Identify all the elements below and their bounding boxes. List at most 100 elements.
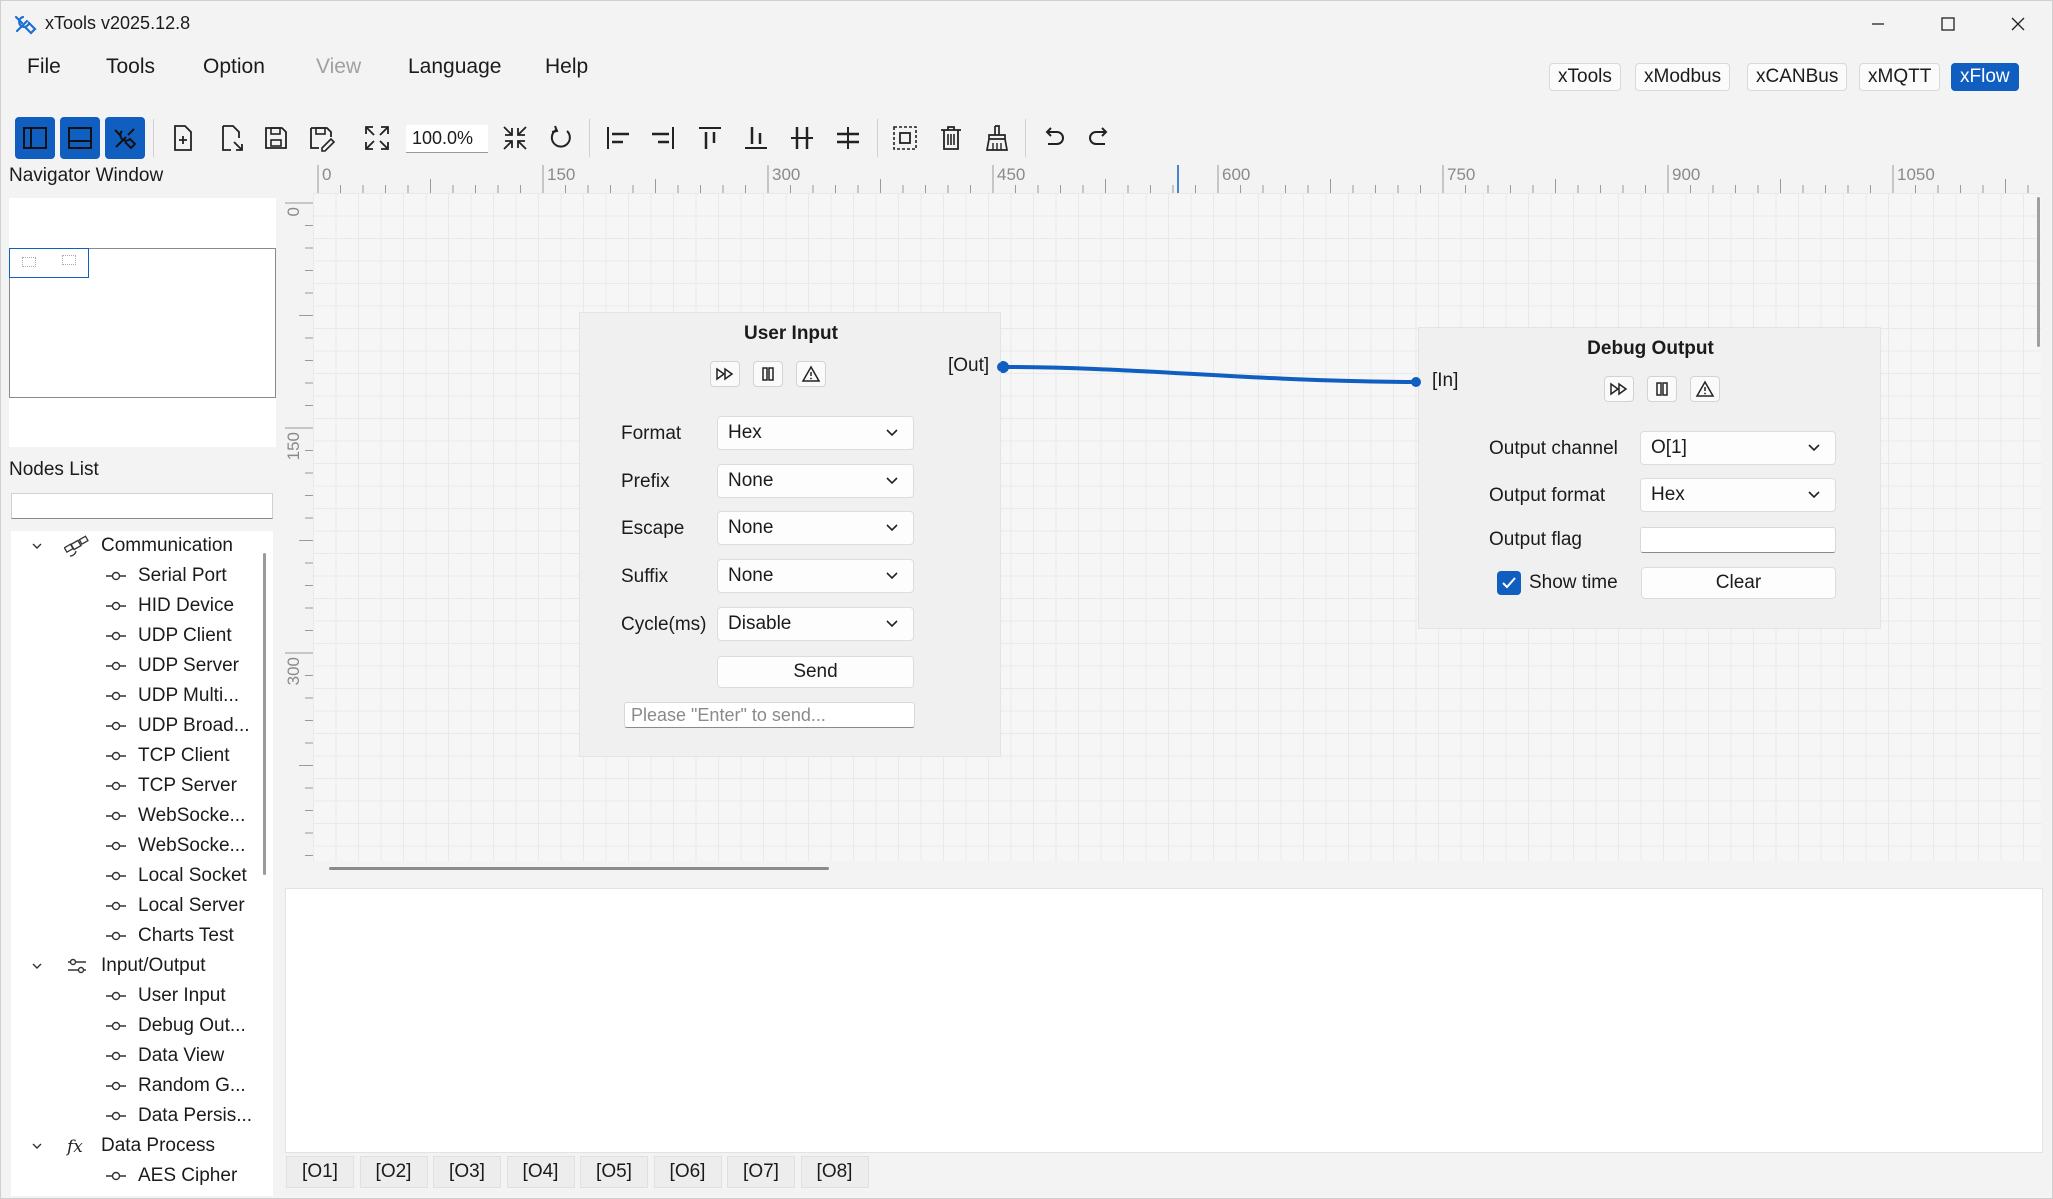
tools-mode-button[interactable] [105,117,145,159]
output-flag-input[interactable] [1640,527,1836,553]
minimize-button[interactable] [1843,1,1913,46]
tree-item[interactable]: UDP Multi... [106,681,239,711]
align-bottom-button[interactable] [736,117,776,159]
navigator-visible-region[interactable] [9,248,89,278]
node-connection[interactable] [991,356,1431,396]
run-button[interactable] [710,361,740,387]
output-tab[interactable]: [O5] [580,1156,648,1188]
input-port[interactable] [1411,377,1421,387]
pause-button[interactable] [753,361,783,387]
escape-label: Escape [621,518,685,539]
toggle-output-button[interactable] [60,117,100,159]
prefix-select[interactable]: None [717,464,914,498]
align-top-button[interactable] [690,117,730,159]
user-input-node[interactable]: User Input Format Hex Prefix None Escape… [579,312,1001,757]
warning-button[interactable] [796,361,826,387]
menu-file[interactable]: File [27,55,61,79]
output-tab[interactable]: [O2] [359,1156,428,1188]
align-left-button[interactable] [598,117,638,159]
tree-item[interactable]: UDP Server [106,651,239,681]
escape-select[interactable]: None [717,511,914,545]
tree-item-label: UDP Server [138,655,240,676]
new-file-button[interactable] [163,117,203,159]
output-port[interactable] [997,362,1007,372]
undo-button[interactable] [1033,117,1073,159]
menu-option[interactable]: Option [203,55,265,79]
run-button[interactable] [1604,376,1634,402]
tree-item[interactable]: AES Cipher [106,1161,237,1191]
tree-item[interactable]: HID Device [106,591,234,621]
menu-tools[interactable]: Tools [106,55,155,79]
nodes-tree-scrollbar[interactable] [263,553,266,875]
tree-group[interactable]: fx Data Process [11,1131,215,1161]
tree-item[interactable]: WebSocke... [106,801,245,831]
output-tab[interactable]: [O7] [727,1156,795,1188]
align-right-button[interactable] [643,117,683,159]
save-as-button[interactable] [301,117,341,159]
clear-button[interactable]: Clear [1641,567,1836,599]
suffix-select[interactable]: None [717,559,914,593]
output-tab[interactable]: [O6] [653,1156,722,1188]
tool-tab-xflow[interactable]: xFlow [1951,63,2019,91]
tool-tab-xcanbus[interactable]: xCANBus [1747,63,1848,91]
tree-item[interactable]: TCP Client [106,741,230,771]
tool-tab-xtools[interactable]: xTools [1549,63,1621,91]
tree-item[interactable]: WebSocke... [106,831,245,861]
maximize-button[interactable] [1913,1,1983,46]
close-window-button[interactable] [1983,1,2053,46]
tree-item[interactable]: Local Socket [106,861,247,891]
output-tab[interactable]: [O8] [800,1156,869,1188]
align-vcenter-button[interactable] [828,117,868,159]
nodes-search-input[interactable] [11,493,273,519]
delete-button[interactable] [931,117,971,159]
tree-item[interactable]: Data View [106,1041,224,1071]
zoom-fit-button[interactable] [357,117,397,159]
menu-help[interactable]: Help [545,55,588,79]
tree-item[interactable]: Charts Test [106,921,234,951]
redo-button[interactable] [1080,117,1120,159]
tree-item[interactable]: Serial Port [106,561,227,591]
tree-group[interactable]: Input/Output [11,951,206,981]
cycle-select[interactable]: Disable [717,607,914,641]
tree-item[interactable]: Random G... [106,1071,246,1101]
output-tab[interactable]: [O3] [433,1156,501,1188]
rotate-button[interactable] [541,117,581,159]
canvas-horizontal-scrollbar[interactable] [329,867,829,870]
pause-button[interactable] [1647,376,1677,402]
tree-item[interactable]: User Input [106,981,226,1011]
warning-button[interactable] [1690,376,1720,402]
output-text-area[interactable] [285,888,2043,1153]
output-format-select[interactable]: Hex [1640,478,1836,512]
menu-language[interactable]: Language [408,55,501,79]
output-tab[interactable]: [O1] [286,1156,354,1188]
tree-item[interactable]: Data Persis... [106,1101,252,1131]
canvas-vertical-scrollbar[interactable] [2037,197,2040,347]
format-select[interactable]: Hex [717,416,914,450]
chevron-down-icon[interactable] [25,1140,49,1152]
tool-tab-xmqtt[interactable]: xMQTT [1859,63,1941,91]
send-button[interactable]: Send [717,656,914,688]
chevron-down-icon[interactable] [25,540,49,552]
tree-item[interactable]: TCP Server [106,771,237,801]
nodes-tree[interactable]: Communication Serial Port HID Device UDP Cl… [11,531,273,1196]
clear-canvas-button[interactable] [977,117,1017,159]
select-all-button[interactable] [885,117,925,159]
tree-item[interactable]: UDP Client [106,621,232,651]
tree-item[interactable]: Debug Out... [106,1011,246,1041]
zoom-reset-button[interactable] [495,117,535,159]
save-button[interactable] [256,117,296,159]
output-tab[interactable]: [O4] [506,1156,575,1188]
toggle-navigator-button[interactable] [15,117,55,159]
output-channel-select[interactable]: O[1] [1640,431,1836,465]
tree-item[interactable]: Local Server [106,891,245,921]
tree-group[interactable]: Communication [11,531,233,561]
debug-output-node[interactable]: Debug Output Output channel O[1] Output … [1418,327,1881,629]
zoom-level-field[interactable]: 100.0% [406,125,488,153]
align-hcenter-button[interactable] [782,117,822,159]
open-file-button[interactable] [211,117,251,159]
chevron-down-icon[interactable] [25,960,49,972]
show-time-checkbox[interactable] [1497,571,1521,595]
send-text-input[interactable]: Please "Enter" to send... [624,702,915,728]
tool-tab-xmodbus[interactable]: xModbus [1635,63,1731,91]
tree-item[interactable]: UDP Broad... [106,711,250,741]
